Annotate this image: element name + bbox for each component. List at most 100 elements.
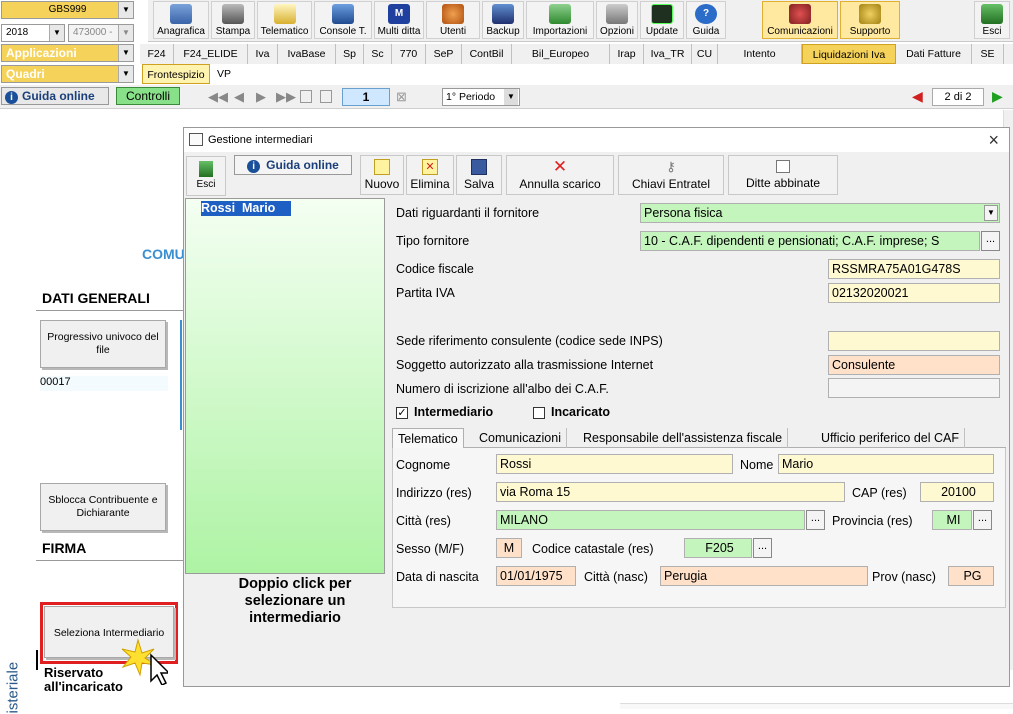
multiditta-button[interactable]: M Multi ditta (374, 1, 424, 39)
tab-f24[interactable]: F24 (140, 44, 174, 64)
nav-prev-icon[interactable]: ◀ (234, 89, 244, 105)
tab-intento[interactable]: Intento (718, 44, 802, 64)
tab-dati-fatture[interactable]: Dati Fatture (896, 44, 972, 64)
supporto-button[interactable]: Supporto (840, 1, 900, 39)
citta-nascita-field[interactable]: Perugia (660, 566, 868, 586)
citta-label: Città (res) (396, 514, 451, 528)
sede-field[interactable] (828, 331, 1000, 351)
codice-catastale-field[interactable]: F205 (684, 538, 752, 558)
dati-fornitore-select[interactable]: Persona fisica ▼ (640, 203, 1000, 223)
code-select[interactable]: 473000 - ▼ (68, 24, 134, 42)
importazioni-button[interactable]: Importazioni (526, 1, 594, 39)
tab-f24-elide[interactable]: F24_ELIDE (174, 44, 248, 64)
esci-dialog-button[interactable]: Esci (186, 156, 226, 196)
tab-frontespizio[interactable]: Frontespizio (142, 64, 210, 84)
partita-iva-field[interactable]: 02132020021 (828, 283, 1000, 303)
sesso-field[interactable]: M (496, 538, 522, 558)
cap-field[interactable]: 20100 (920, 482, 994, 502)
opzioni-button[interactable]: Opzioni (596, 1, 638, 39)
year-select[interactable]: 2018 ▼ (1, 24, 65, 42)
nav-next-icon[interactable]: ▶ (256, 89, 266, 105)
progressivo-button[interactable]: Progressivo univoco del file (40, 320, 166, 368)
telematico-button[interactable]: Telematico (257, 1, 312, 39)
comunicazioni-button[interactable]: Comunicazioni (762, 1, 838, 39)
chevron-down-icon[interactable]: ▼ (118, 45, 133, 61)
chevron-down-icon[interactable]: ▼ (118, 66, 133, 82)
tab-cu[interactable]: CU (692, 44, 718, 64)
nav-copy-icon[interactable] (300, 90, 312, 103)
tab-comunicazioni[interactable]: Comunicazioni (474, 428, 567, 448)
controlli-button[interactable]: Controlli (116, 87, 180, 105)
ditte-abbinate-button[interactable]: Ditte abbinate (728, 155, 838, 195)
salva-button[interactable]: Salva (456, 155, 502, 195)
incaricato-checkbox[interactable] (533, 407, 545, 419)
chevron-down-icon[interactable]: ▼ (49, 25, 64, 41)
nav-first-icon[interactable]: ◀◀ (208, 89, 228, 105)
utenti-button[interactable]: Utenti (426, 1, 480, 39)
tab-iva-tr[interactable]: Iva_TR (644, 44, 692, 64)
soggetto-field[interactable]: Consulente (828, 355, 1000, 375)
nuovo-button[interactable]: Nuovo (360, 155, 404, 195)
nav-delete-icon[interactable]: ⊠ (396, 89, 407, 105)
sblocca-button[interactable]: Sblocca Contribuente e Dichiarante (40, 483, 166, 531)
tab-iva[interactable]: Iva (248, 44, 278, 64)
company-select[interactable]: GBS999 ▼ (1, 1, 134, 19)
tab-sep[interactable]: SeP (426, 44, 462, 64)
chiavi-entratel-button[interactable]: ⚷ Chiavi Entratel (618, 155, 724, 195)
tab-telematico[interactable]: Telematico (392, 428, 464, 448)
esci-button[interactable]: Esci (974, 1, 1010, 39)
tab-contbil[interactable]: ContBil (462, 44, 512, 64)
tab-ufficio-periferico[interactable]: Ufficio periferico del CAF (816, 428, 966, 448)
citta-field[interactable]: MILANO (496, 510, 805, 530)
cognome-field[interactable]: Rossi (496, 454, 733, 474)
provincia-lookup-button[interactable]: ... (973, 510, 992, 530)
tab-bil-europeo[interactable]: Bil_Europeo (512, 44, 610, 64)
tab-se[interactable]: SE (972, 44, 1004, 64)
periodo-select[interactable]: 1° Periodo ▼ (442, 88, 520, 106)
indirizzo-field[interactable]: via Roma 15 (496, 482, 845, 502)
tab-irap[interactable]: Irap (610, 44, 644, 64)
prov-nascita-field[interactable]: PG (948, 566, 994, 586)
tab-sp[interactable]: Sp (336, 44, 364, 64)
update-button[interactable]: Update (640, 1, 684, 39)
provincia-field[interactable]: MI (932, 510, 972, 530)
tab-sc[interactable]: Sc (364, 44, 392, 64)
guida-online-button[interactable]: i Guida online (1, 87, 109, 105)
tipo-fornitore-lookup-button[interactable]: ... (981, 231, 1000, 251)
page-next-icon[interactable]: ▶ (992, 88, 1003, 105)
intermediario-checkbox[interactable]: ✓ (396, 407, 408, 419)
data-nascita-field[interactable]: 01/01/1975 (496, 566, 576, 586)
anagrafica-button[interactable]: Anagrafica (153, 1, 209, 39)
nav-last-icon[interactable]: ▶▶ (276, 89, 296, 105)
tab-responsabile[interactable]: Responsabile dell'assistenza fiscale (578, 428, 789, 448)
tab-ivabase[interactable]: IvaBase (278, 44, 336, 64)
tipo-fornitore-label: Tipo fornitore (396, 234, 470, 248)
page-number-field[interactable]: 1 (342, 88, 390, 106)
nav-page-icon[interactable] (320, 90, 332, 103)
list-item[interactable]: Rossi Mario (201, 201, 291, 216)
applicazioni-label: Applicazioni (6, 46, 77, 60)
annulla-scarico-button[interactable]: ✕ Annulla scarico (506, 155, 614, 195)
chevron-down-icon[interactable]: ▼ (118, 25, 133, 41)
codice-catastale-lookup-button[interactable]: ... (753, 538, 772, 558)
guida-online-dialog-button[interactable]: i Guida online (234, 155, 352, 175)
page-prev-icon[interactable]: ◀ (912, 88, 923, 105)
tipo-fornitore-field[interactable]: 10 - C.A.F. dipendenti e pensionati; C.A… (640, 231, 980, 251)
elimina-button[interactable]: ✕ Elimina (406, 155, 454, 195)
quadri-select[interactable]: Quadri ▼ (1, 65, 134, 83)
stampa-button[interactable]: Stampa (211, 1, 255, 39)
tab-vp[interactable]: VP (212, 64, 236, 84)
nome-field[interactable]: Mario (778, 454, 994, 474)
applicazioni-select[interactable]: Applicazioni ▼ (1, 44, 134, 62)
codice-fiscale-field[interactable]: RSSMRA75A01G478S (828, 259, 1000, 279)
chevron-down-icon[interactable]: ▼ (118, 2, 133, 18)
intermediari-list[interactable]: Rossi Mario (185, 198, 385, 574)
close-icon[interactable]: × (988, 128, 999, 152)
tab-770[interactable]: 770 (392, 44, 426, 64)
tab-liquidazioni-iva[interactable]: Liquidazioni Iva (802, 44, 896, 64)
guida-button[interactable]: ? Guida (686, 1, 726, 39)
console-button[interactable]: Console T. (314, 1, 372, 39)
citta-lookup-button[interactable]: ... (806, 510, 825, 530)
backup-button[interactable]: Backup (482, 1, 524, 39)
numero-albo-field[interactable] (828, 378, 1000, 398)
